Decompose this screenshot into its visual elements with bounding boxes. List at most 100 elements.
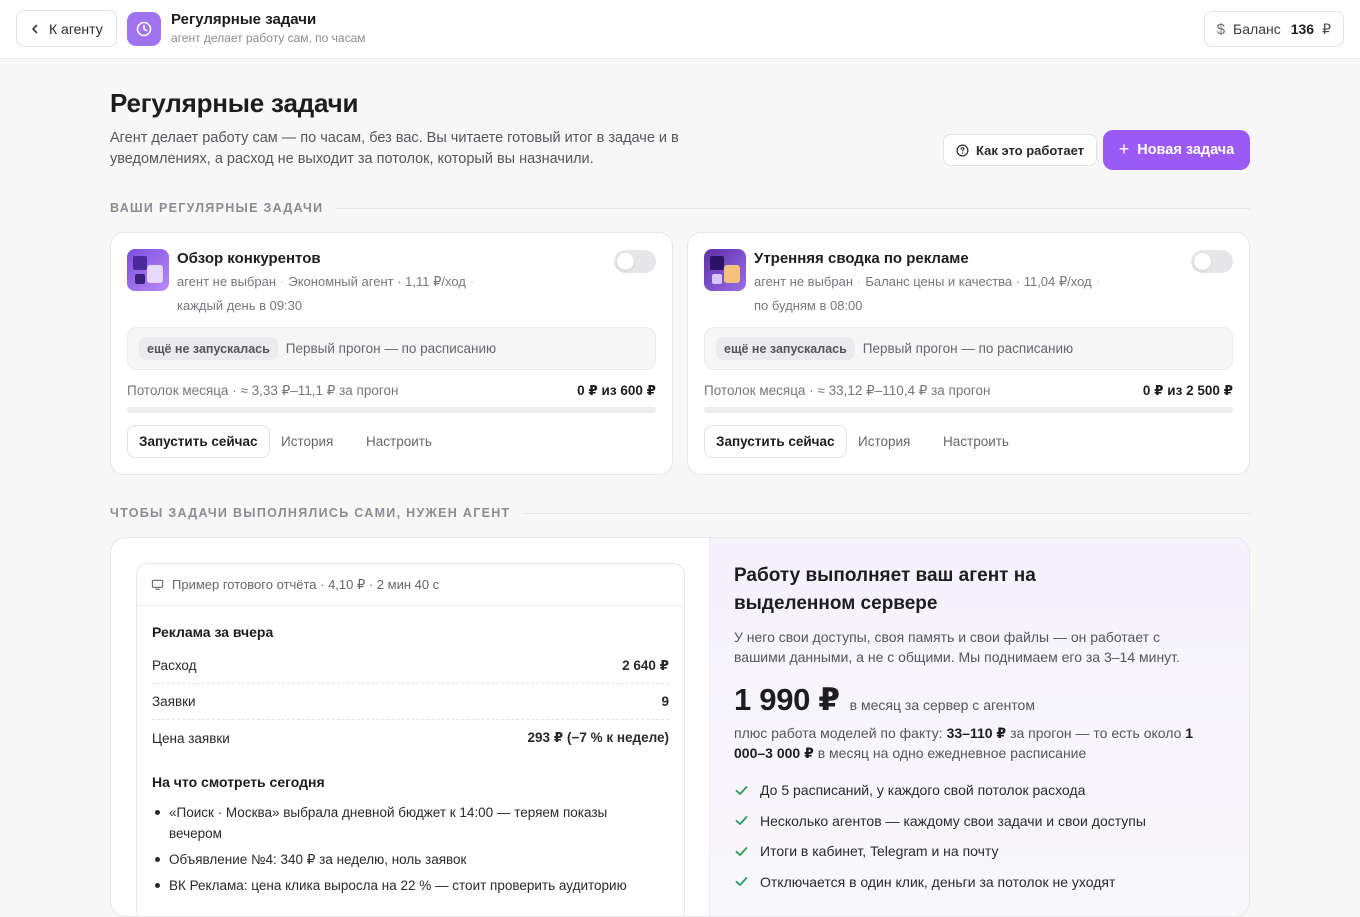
status-text: Первый прогон — по расписанию — [862, 341, 1074, 356]
feature-item: До 5 расписаний, у каждого свой потолок … — [734, 780, 1146, 800]
task-thumbnail — [127, 249, 169, 291]
back-to-agent-button[interactable]: К агенту — [16, 10, 117, 47]
report-row: Заявки 9 — [152, 684, 669, 720]
agent-offer: Работу выполняет ваш агент на выделенном… — [709, 538, 1249, 916]
configure-button[interactable]: Настроить — [943, 425, 1009, 458]
limit-progress-bar — [127, 407, 656, 413]
price-period: в месяц за сервер с агентом — [849, 697, 1035, 713]
check-icon — [735, 785, 748, 795]
monitor-icon — [151, 579, 164, 590]
toggle-knob — [617, 253, 634, 270]
task-agent: агент не выбран — [754, 274, 854, 289]
task-card: Утренняя сводка по рекламе агент не выбр… — [687, 232, 1250, 475]
check-icon — [735, 846, 748, 856]
limit-label: Потолок месяца · ≈ 3,33 ₽–11,1 ₽ за прог… — [127, 383, 399, 398]
feature-text: Несколько агентов — каждому свои задачи … — [760, 812, 1146, 829]
app-subtitle: агент делает работу сам, по часам — [171, 31, 366, 45]
task-meta: агент не выбран · Баланс цены и качества ·… — [754, 274, 1100, 289]
section-title-agent: ЧТОБЫ ЗАДАЧИ ВЫПОЛНЯЛИСЬ САМИ, НУЖЕН АГЕ… — [110, 506, 511, 520]
plus-icon: + — [1118, 139, 1130, 159]
new-task-label: Новая задача — [1137, 142, 1235, 158]
report-row: Расход 2 640 ₽ — [152, 648, 669, 684]
divider — [522, 512, 1250, 514]
balance-label: Баланс — [1233, 21, 1281, 37]
agent-promo-panel: Пример готового отчёта · 4,10 ₽ · 2 мин … — [110, 537, 1250, 917]
price-note: плюс работа моделей по факту: 33–110 ₽ з… — [734, 723, 1224, 763]
back-label: К агенту — [49, 20, 103, 37]
task-status: ещё не запускалась Первый прогон — по ра… — [704, 327, 1233, 370]
run-now-button[interactable]: Запустить сейчас — [704, 425, 847, 458]
list-item: ВК Реклама: цена клика выросла на 22 % —… — [152, 875, 652, 896]
list-item: Объявление №4: 340 ₽ за неделю, ноль зая… — [152, 849, 652, 870]
feature-item: Итоги в кабинет, Telegram и на почту — [734, 841, 1146, 861]
limit-value: 0 ₽ из 2 500 ₽ — [1142, 383, 1233, 398]
status-badge: ещё не запускалась — [139, 337, 278, 360]
feature-text: До 5 расписаний, у каждого свой потолок … — [760, 782, 1086, 798]
feature-text: Итоги в кабинет, Telegram и на почту — [760, 843, 999, 859]
task-schedule: каждый день в 09:30 — [177, 298, 303, 313]
list-item: «Поиск · Москва» выбрала дневной бюджет … — [152, 802, 652, 844]
report-row-value: 293 ₽ (−7 % к неделе) — [527, 730, 669, 745]
how-it-works-button[interactable]: Как это работает — [943, 134, 1098, 166]
feature-item: Несколько агентов — каждому свои задачи … — [734, 811, 1146, 831]
configure-button[interactable]: Настроить — [366, 425, 432, 458]
report-row-value: 9 — [661, 694, 669, 709]
history-button[interactable]: История — [281, 425, 333, 458]
status-text: Первый прогон — по расписанию — [285, 341, 497, 356]
run-now-button[interactable]: Запустить сейчас — [127, 425, 270, 458]
report-header: Пример готового отчёта · 4,10 ₽ · 2 мин … — [137, 564, 684, 606]
task-mode: Экономный агент · 1,11 ₽/ход — [288, 274, 466, 289]
task-card: Обзор конкурентов агент не выбран · Эконом… — [110, 232, 673, 475]
report-title: Реклама за вчера — [152, 624, 274, 640]
task-enable-toggle[interactable] — [1191, 250, 1233, 273]
report-bullets: «Поиск · Москва» выбрала дневной бюджет … — [152, 802, 652, 901]
limit-label: Потолок месяца · ≈ 33,12 ₽–110,4 ₽ за пр… — [704, 383, 991, 398]
status-badge: ещё не запускалась — [716, 337, 855, 360]
price-note-middle: за прогон — то есть около — [1010, 725, 1182, 741]
check-icon — [735, 877, 748, 886]
task-thumbnail — [704, 249, 746, 291]
report-row-label: Цена заявки — [152, 730, 230, 746]
offer-description: У него свои доступы, своя память и свои … — [734, 629, 1180, 665]
offer-title: Работу выполняет ваш агент на выделенном… — [734, 565, 1036, 614]
section-header-agent: ЧТОБЫ ЗАДАЧИ ВЫПОЛНЯЛИСЬ САМИ, НУЖЕН АГЕ… — [110, 506, 1250, 520]
feature-list: До 5 расписаний, у каждого свой потолок … — [734, 780, 1146, 902]
balance-amount: 136 — [1290, 21, 1315, 37]
price-note-range: 33–110 ₽ — [946, 725, 1007, 741]
task-name[interactable]: Обзор конкурентов — [177, 250, 321, 267]
limit-value: 0 ₽ из 600 ₽ — [577, 383, 656, 398]
price-note-suffix: в месяц на одно ежедневное расписание — [817, 745, 1087, 761]
task-schedule: по будням в 08:00 — [754, 298, 863, 313]
price-note-prefix: плюс работа моделей по факту: — [734, 725, 943, 741]
report-row-label: Заявки — [152, 694, 196, 709]
page-title: Регулярные задачи — [110, 88, 359, 118]
balance-widget[interactable]: $ Баланс 136 ₽ — [1203, 11, 1344, 47]
task-enable-toggle[interactable] — [614, 250, 656, 273]
report-row-value: 2 640 ₽ — [622, 657, 669, 673]
price-value: 1 990 ₽ — [734, 682, 840, 717]
new-task-button[interactable]: + Новая задача — [1103, 130, 1250, 170]
history-button[interactable]: История — [858, 425, 910, 458]
top-bar: К агенту Регулярные задачи агент делает … — [0, 0, 1360, 59]
report-row: Цена заявки 293 ₽ (−7 % к неделе) — [152, 720, 669, 756]
feature-text: Отключается в один клик, деньги за потол… — [760, 873, 1116, 890]
report-header-text: Пример готового отчёта · 4,10 ₽ · 2 мин … — [172, 576, 440, 592]
dollar-icon: $ — [1216, 20, 1226, 38]
balance-currency: ₽ — [1322, 20, 1331, 37]
report-subtitle: На что смотреть сегодня — [152, 774, 325, 790]
task-agent: агент не выбран — [177, 274, 277, 289]
check-icon — [735, 816, 748, 825]
page-description: Агент делает работу сам — по часам, без … — [110, 130, 679, 167]
section-header-tasks: ВАШИ РЕГУЛЯРНЫЕ ЗАДАЧИ — [110, 201, 1250, 215]
how-it-works-label: Как это работает — [976, 142, 1085, 158]
task-name[interactable]: Утренняя сводка по рекламе — [754, 250, 969, 267]
sample-report-card: Пример готового отчёта · 4,10 ₽ · 2 мин … — [136, 563, 685, 916]
app-title: Регулярные задачи — [171, 11, 317, 28]
divider — [335, 207, 1250, 209]
clock-icon — [127, 12, 161, 46]
feature-item: Отключается в один клик, деньги за потол… — [734, 872, 1146, 892]
help-circle-icon — [956, 144, 969, 156]
report-row-label: Расход — [152, 658, 197, 673]
task-meta: агент не выбран · Экономный агент · 1,11 ₽… — [177, 274, 475, 289]
task-status: ещё не запускалась Первый прогон — по ра… — [127, 327, 656, 370]
